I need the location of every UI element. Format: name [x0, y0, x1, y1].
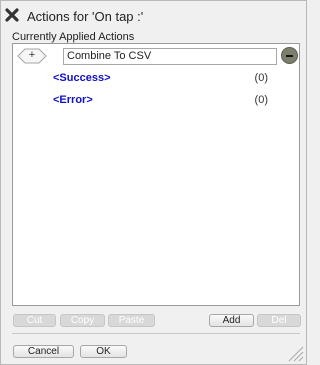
actions-dialog: Actions for 'On tap :' Currently Applied… — [0, 0, 307, 365]
section-label: Currently Applied Actions — [12, 31, 135, 43]
branch-error[interactable]: <Error> — [53, 94, 93, 106]
cancel-button[interactable]: Cancel — [13, 345, 74, 358]
action-name-field[interactable]: Combine To CSV — [63, 48, 277, 65]
expand-action-button[interactable]: + — [17, 48, 47, 64]
ok-button[interactable]: OK — [80, 345, 127, 358]
del-button[interactable]: Del — [257, 314, 301, 327]
close-icon[interactable] — [5, 8, 19, 22]
branch-success-count: (0) — [254, 72, 268, 84]
title-bar: Actions for 'On tap :' — [1, 1, 306, 29]
copy-button[interactable]: Copy — [60, 314, 105, 327]
actions-tree-panel: + Combine To CSV <Success> (0) <Error> (… — [12, 43, 300, 306]
paste-button[interactable]: Paste — [108, 314, 155, 327]
resize-grip-icon[interactable] — [286, 344, 304, 362]
window-title: Actions for 'On tap :' — [27, 9, 144, 24]
plus-icon: + — [28, 49, 36, 61]
cut-button[interactable]: Cut — [13, 314, 56, 327]
branch-success[interactable]: <Success> — [53, 72, 111, 84]
branch-error-count: (0) — [254, 94, 268, 106]
remove-action-button[interactable] — [281, 47, 298, 64]
footer-divider — [12, 333, 300, 334]
add-button[interactable]: Add — [209, 314, 254, 327]
minus-icon — [286, 55, 293, 57]
